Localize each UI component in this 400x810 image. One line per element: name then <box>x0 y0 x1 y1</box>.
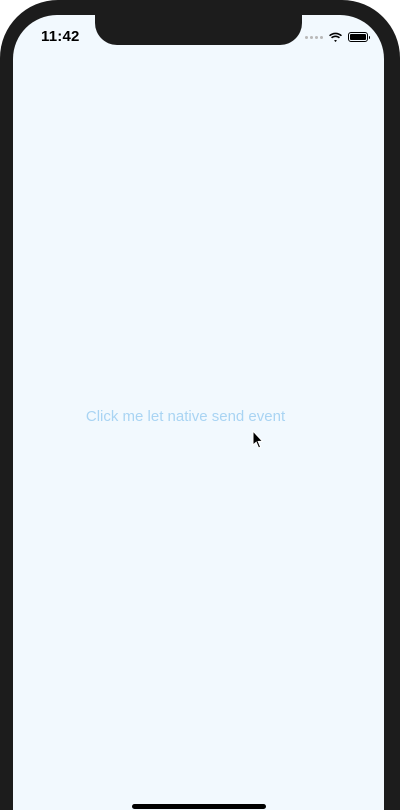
mouse-cursor-icon <box>252 430 264 449</box>
status-time: 11:42 <box>41 28 80 45</box>
wifi-icon <box>329 32 342 42</box>
device-notch <box>95 15 302 45</box>
send-event-link[interactable]: Click me let native send event <box>0 408 371 425</box>
status-icons <box>305 31 370 43</box>
battery-icon <box>348 32 370 42</box>
signal-dots-icon <box>305 35 323 39</box>
home-indicator <box>132 804 266 809</box>
